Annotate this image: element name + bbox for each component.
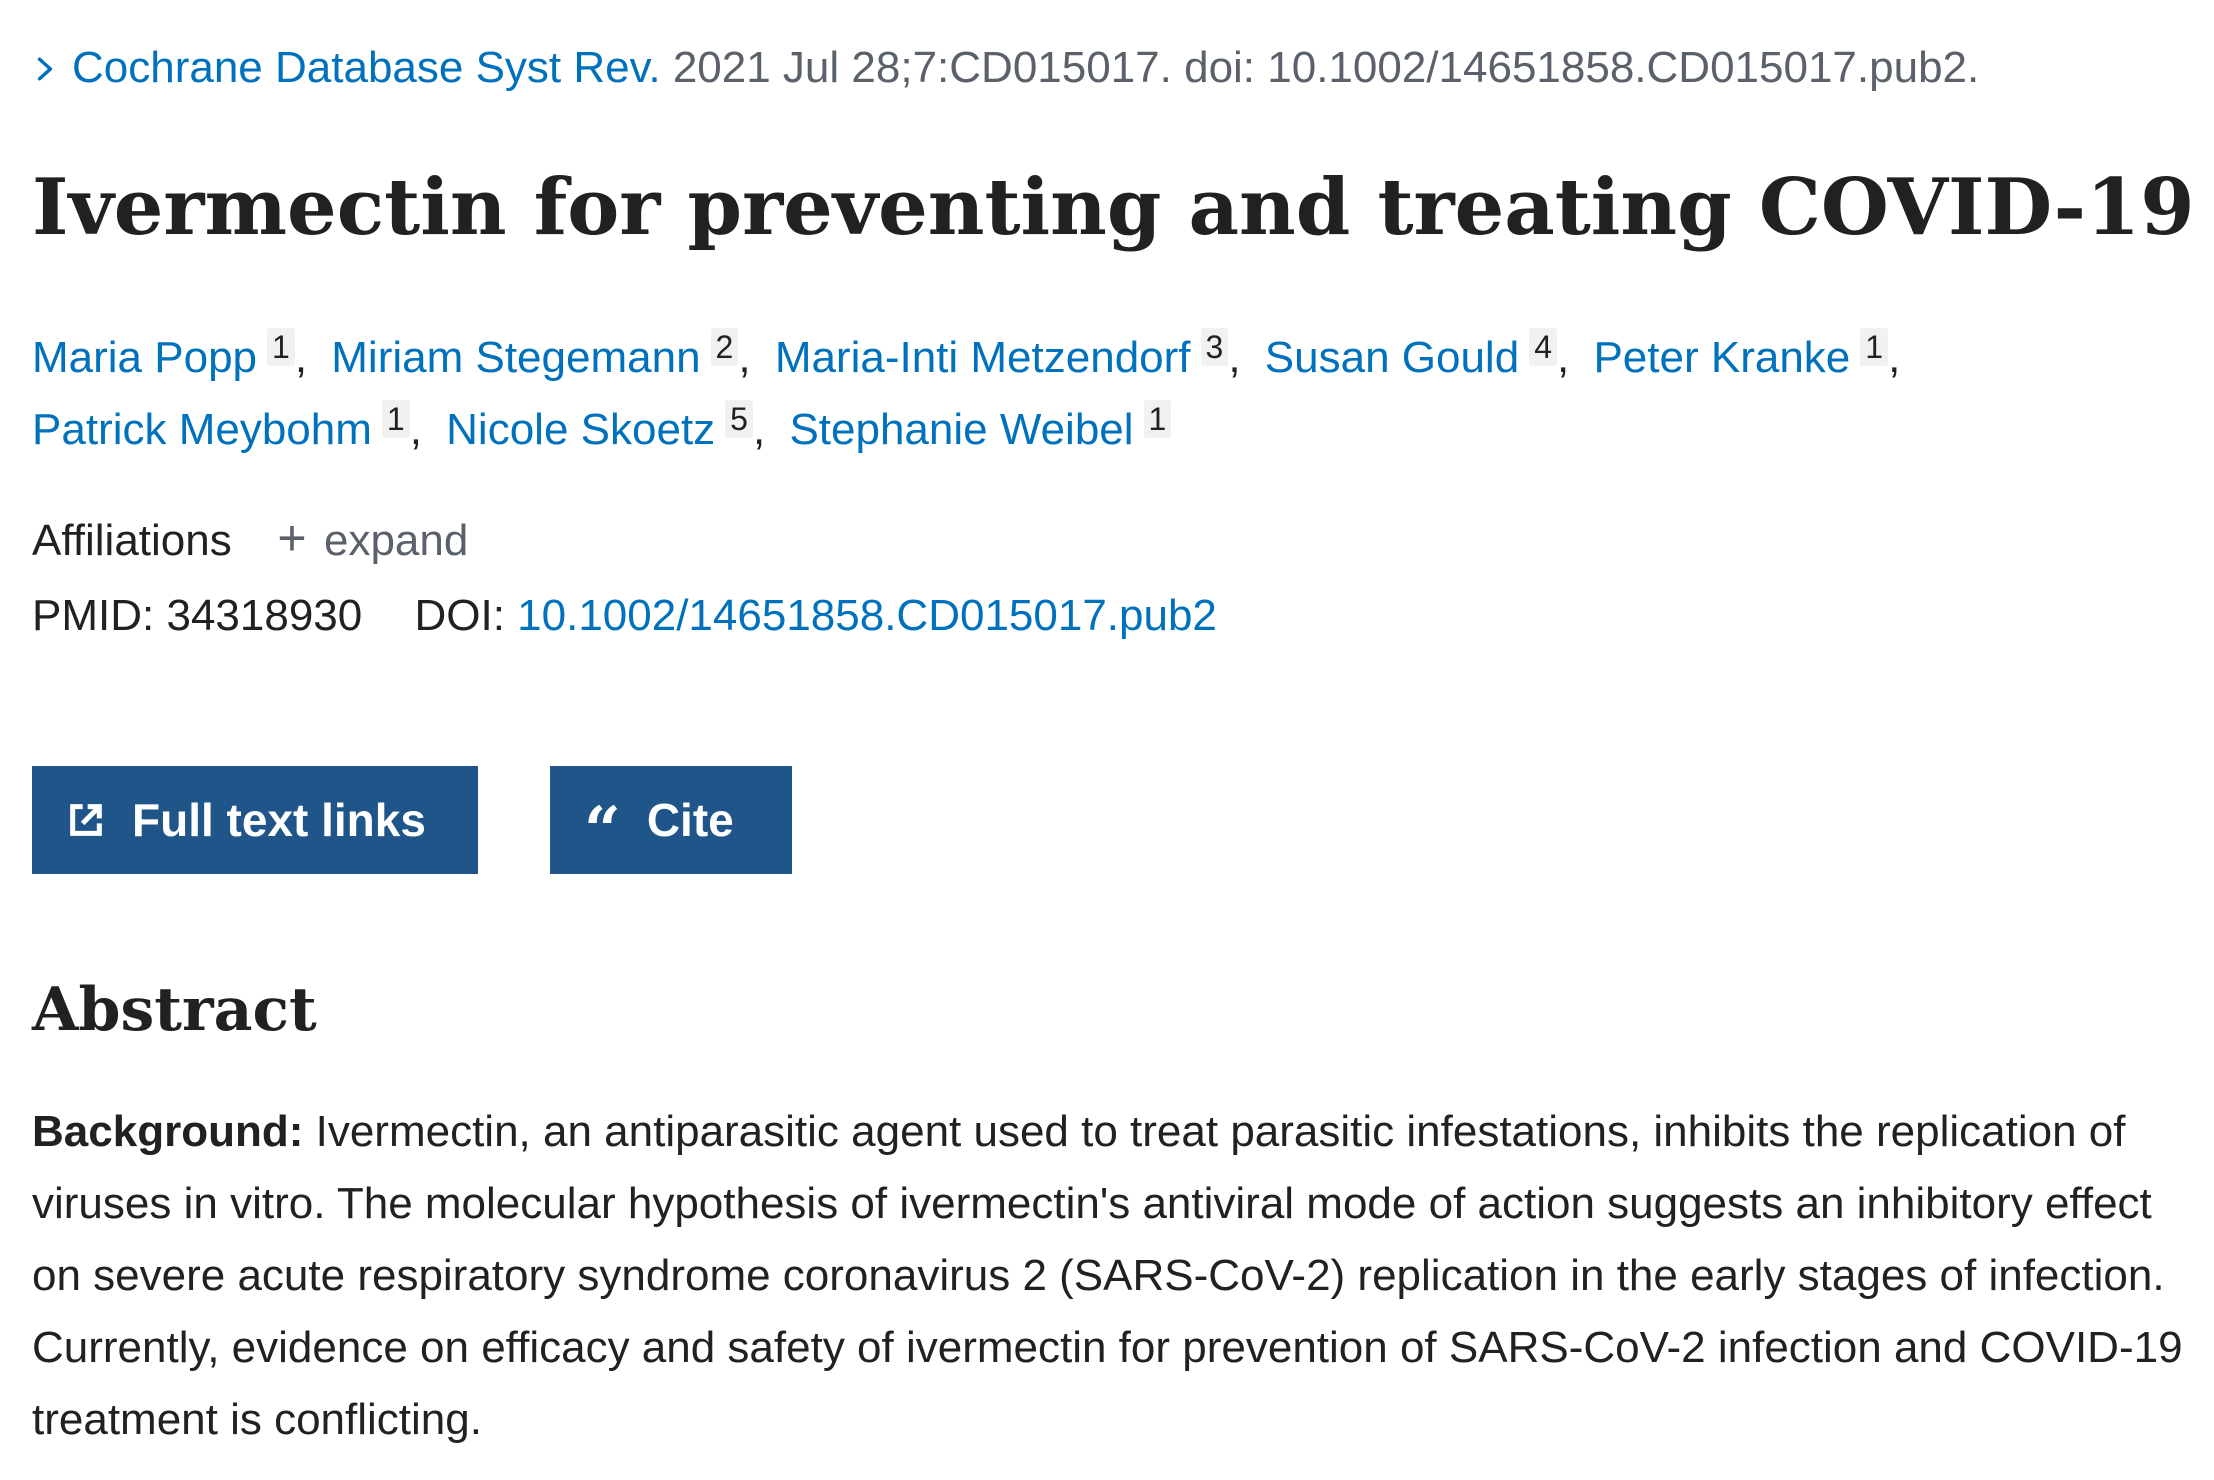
affiliation-number[interactable]: 1	[267, 328, 295, 366]
quote-icon: “	[584, 793, 621, 868]
author-item: Patrick Meybohm 1,	[32, 400, 422, 454]
affiliations-label: Affiliations	[32, 516, 232, 565]
author-item: Maria-Inti Metzendorf 3,	[774, 328, 1241, 382]
affiliation-number[interactable]: 5	[725, 400, 753, 438]
pmid-value: 34318930	[166, 591, 363, 640]
affiliation-number[interactable]: 1	[1143, 400, 1172, 438]
pmid-label: PMID:	[32, 591, 155, 640]
citation-details: 2021 Jul 28;7:CD015017. doi: 10.1002/146…	[672, 43, 1980, 92]
author-item: Stephanie Weibel 1	[789, 400, 1172, 454]
background-text: Ivermectin, an antiparasitic agent used …	[32, 1107, 2183, 1444]
identifiers-row: PMID: 34318930 DOI: 10.1002/14651858.CD0…	[32, 586, 1217, 646]
affiliation-number[interactable]: 4	[1529, 328, 1557, 366]
article-title: Ivermectin for preventing and treating C…	[32, 162, 2195, 253]
expand-label: expand	[323, 516, 469, 565]
external-link-icon	[66, 800, 106, 840]
plus-icon: +	[277, 510, 307, 566]
author-item: Nicole Skoetz 5,	[446, 400, 766, 454]
doi-label: DOI:	[414, 591, 505, 640]
abstract-background: Background: Ivermectin, an antiparasitic…	[32, 1096, 2200, 1456]
cite-button[interactable]: “ Cite	[550, 766, 792, 874]
background-label: Background:	[32, 1107, 304, 1156]
full-text-links-button[interactable]: Full text links	[32, 766, 478, 874]
author-link[interactable]: Susan Gould	[1265, 333, 1519, 382]
author-item: Miriam Stegemann 2,	[331, 328, 751, 382]
abstract-heading: Abstract	[32, 975, 317, 1045]
chevron-right-icon[interactable]	[32, 40, 72, 96]
author-item: Susan Gould 4,	[1264, 328, 1570, 382]
cite-label: Cite	[646, 794, 734, 846]
full-text-links-label: Full text links	[132, 794, 426, 846]
affiliation-number[interactable]: 1	[1860, 328, 1889, 366]
author-link[interactable]: Maria-Inti Metzendorf	[775, 333, 1191, 382]
author-item: Peter Kranke 1,	[1593, 328, 1901, 382]
affiliations-expand-toggle[interactable]: + expand	[272, 510, 469, 566]
affiliations-row: Affiliations + expand	[32, 508, 468, 571]
affiliation-number[interactable]: 3	[1200, 328, 1229, 366]
author-link[interactable]: Maria Popp	[32, 333, 257, 382]
author-link[interactable]: Peter Kranke	[1593, 333, 1850, 382]
journal-link[interactable]: Cochrane Database Syst Rev.	[72, 43, 661, 92]
author-link[interactable]: Stephanie Weibel	[789, 405, 1133, 454]
author-list: Maria Popp 1, Miriam Stegemann 2, Maria-In…	[32, 322, 2032, 466]
author-link[interactable]: Nicole Skoetz	[446, 405, 715, 454]
author-item: Maria Popp 1,	[32, 328, 308, 382]
author-link[interactable]: Patrick Meybohm	[32, 405, 372, 454]
author-link[interactable]: Miriam Stegemann	[331, 333, 700, 382]
doi-link[interactable]: 10.1002/14651858.CD015017.pub2	[517, 591, 1217, 640]
affiliation-number[interactable]: 1	[381, 400, 410, 438]
citation-line: Cochrane Database Syst Rev. 2021 Jul 28;…	[32, 40, 1979, 96]
affiliation-number[interactable]: 2	[710, 328, 739, 366]
